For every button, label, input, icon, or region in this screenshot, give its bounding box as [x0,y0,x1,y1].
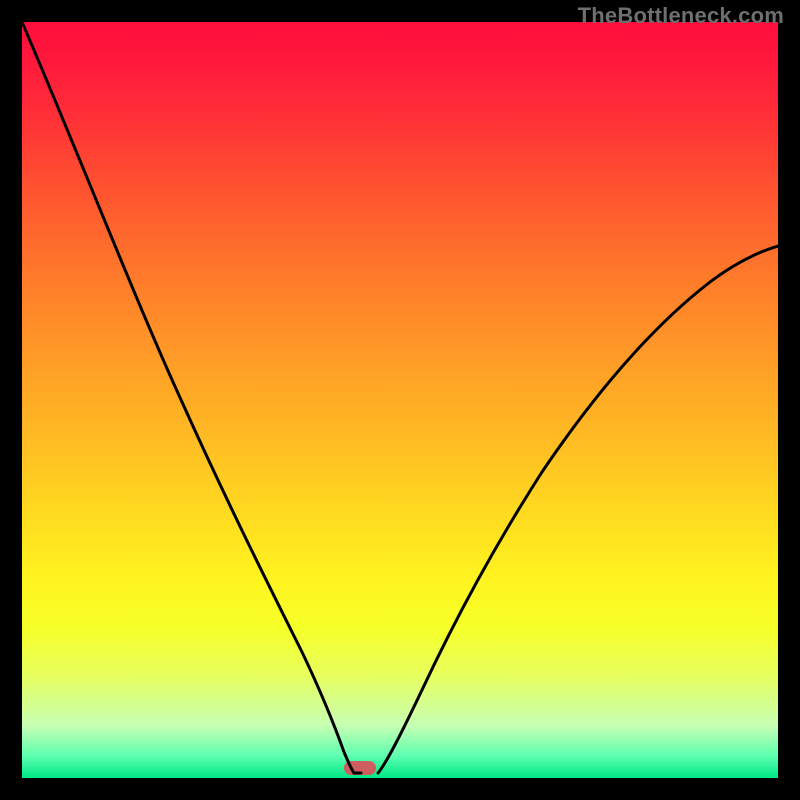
curve-left [22,22,361,773]
plot-area [22,22,778,778]
chart-frame: TheBottleneck.com [0,0,800,800]
curve-canvas [22,22,778,778]
curve-right [378,246,778,773]
watermark-text: TheBottleneck.com [578,3,784,29]
